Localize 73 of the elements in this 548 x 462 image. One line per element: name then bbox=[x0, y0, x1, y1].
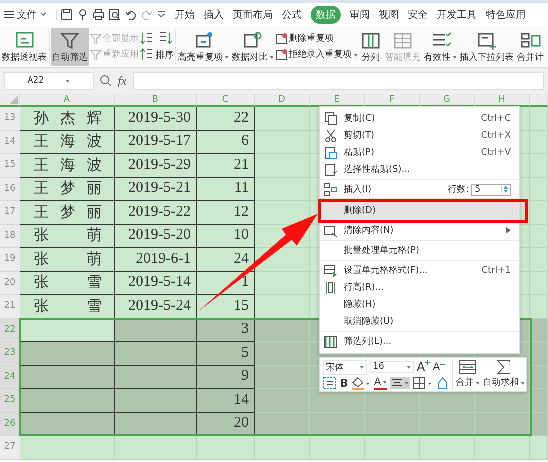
table-cell: 王海波 bbox=[20, 130, 115, 154]
ribbon-tab[interactable]: 特色应用 bbox=[486, 6, 526, 24]
ribbon-button[interactable]: 数据透视表 bbox=[1, 28, 48, 66]
table-cell: 张萌 bbox=[20, 248, 115, 272]
table-cell: 12 bbox=[197, 201, 255, 224]
font-size-field[interactable]: 16 bbox=[370, 361, 414, 373]
ribbon-button[interactable]: 分列 bbox=[359, 28, 383, 66]
menu-item[interactable]: 选择性粘贴(S)... bbox=[320, 161, 519, 178]
ribbon-button[interactable]: 数据对比 bbox=[231, 28, 275, 66]
ribbon-tab[interactable]: 开发工具 bbox=[437, 6, 477, 24]
menu-item[interactable]: 复制(C) Ctrl+C bbox=[320, 110, 519, 127]
ribbon-button[interactable]: 插入下拉列表 bbox=[459, 28, 515, 66]
font-color-button[interactable]: A bbox=[374, 376, 388, 390]
file-menu[interactable]: 文件 bbox=[4, 8, 47, 22]
table-cell: 王梦丽 bbox=[20, 178, 115, 201]
menu-item[interactable]: 插入(I) 行数: 5 bbox=[320, 181, 519, 198]
table-cell: 22 bbox=[197, 107, 255, 130]
grow-font-button[interactable]: A bbox=[417, 360, 430, 374]
table-cell: 21 bbox=[197, 154, 255, 178]
table-cell: 11 bbox=[197, 178, 255, 201]
table-cell: 2019-5-21 bbox=[115, 178, 197, 201]
ribbon-button[interactable]: 有效性 bbox=[423, 28, 458, 66]
table-cell: 2019-6-1 bbox=[115, 248, 197, 272]
function-label[interactable]: fx bbox=[118, 74, 127, 88]
ribbon-button[interactable]: 拒绝录入重复项 bbox=[276, 48, 358, 61]
menu-item[interactable]: 设置单元格格式(F)... Ctrl+1 bbox=[320, 262, 519, 279]
menu-item[interactable]: 清除内容(N) bbox=[320, 222, 519, 239]
table-cell: 张雪 bbox=[20, 272, 115, 295]
table-cell: 2019-5-17 bbox=[115, 130, 197, 154]
table-cell: 5 bbox=[197, 342, 255, 366]
table-cell: 2019-5-29 bbox=[115, 154, 197, 178]
ribbon-tab[interactable]: 页面布局 bbox=[233, 6, 273, 24]
table-cell: 孙杰辉 bbox=[20, 107, 115, 130]
ribbon-tab[interactable]: 插入 bbox=[204, 6, 224, 24]
table-cell: 10 bbox=[197, 224, 255, 248]
table-cell: 6 bbox=[197, 130, 255, 154]
menu-item[interactable]: 批量处理单元格(P) bbox=[320, 242, 519, 259]
menu-item[interactable]: 取消隐藏(U) bbox=[320, 313, 519, 330]
name-box[interactable]: A22 bbox=[4, 72, 94, 90]
table-cell: 王梦丽 bbox=[20, 201, 115, 224]
ribbon-tab[interactable]: 视图 bbox=[379, 6, 399, 24]
menu-item[interactable]: 隐藏(H) bbox=[320, 296, 519, 313]
ribbon-button[interactable]: 删除重复项 bbox=[276, 32, 358, 45]
row-count-label: 行数: bbox=[448, 184, 469, 196]
table-cell: 张雪 bbox=[20, 295, 115, 318]
menu-item[interactable]: 剪切(T) Ctrl+X bbox=[320, 127, 519, 144]
table-cell: 2019-5-22 bbox=[115, 201, 197, 224]
table-cell: 9 bbox=[197, 366, 255, 389]
ribbon-button[interactable]: 自动筛选 bbox=[51, 28, 89, 66]
table-cell: 2019-5-14 bbox=[115, 272, 197, 295]
shrink-font-button[interactable]: A bbox=[433, 362, 446, 372]
ribbon-button[interactable]: 合并计 bbox=[516, 28, 545, 66]
merge-button[interactable]: 合并 bbox=[456, 360, 480, 389]
menu-item[interactable]: 粘贴(P) Ctrl+V bbox=[320, 144, 519, 161]
bold-button[interactable]: B bbox=[340, 376, 348, 390]
ribbon-tab[interactable]: 安全 bbox=[408, 6, 428, 24]
table-cell: 2019-5-30 bbox=[115, 107, 197, 130]
ribbon-tab[interactable]: 开始 bbox=[175, 6, 195, 24]
row-count-spinner[interactable]: 5 bbox=[471, 184, 511, 196]
table-cell: 14 bbox=[197, 389, 255, 412]
autosum-button[interactable]: 自动求和 bbox=[483, 360, 526, 389]
table-cell: 王海波 bbox=[20, 154, 115, 178]
ribbon-tab[interactable]: 审阅 bbox=[350, 6, 370, 24]
table-cell: 2019-5-24 bbox=[115, 295, 197, 318]
ribbon-button[interactable]: 高亮重复项 bbox=[177, 28, 230, 66]
menu-item[interactable]: 筛选列(L)... bbox=[320, 333, 519, 350]
sort-button[interactable]: 排序 bbox=[156, 48, 174, 62]
table-cell: 2019-5-20 bbox=[115, 224, 197, 248]
menu-item[interactable]: 行高(R)... bbox=[320, 279, 519, 296]
ribbon-tab[interactable]: 公式 bbox=[282, 6, 302, 24]
font-name-field[interactable]: 宋体 bbox=[323, 360, 367, 374]
table-cell: 3 bbox=[197, 318, 255, 342]
table-cell: 张萌 bbox=[20, 224, 115, 248]
